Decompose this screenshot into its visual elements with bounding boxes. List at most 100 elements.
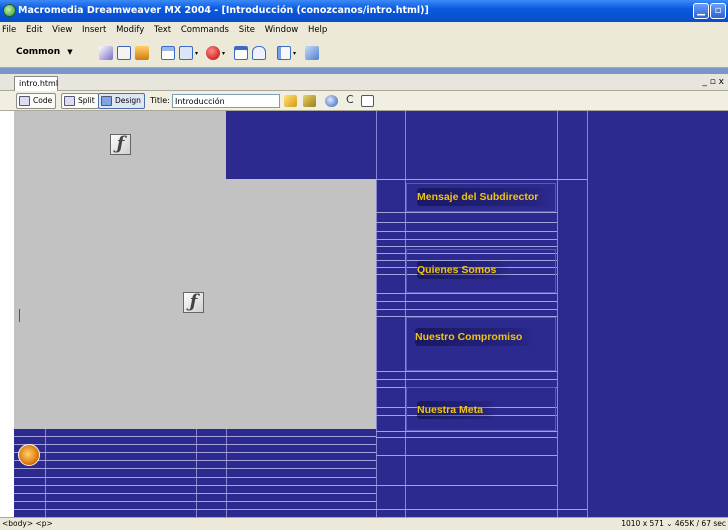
code-view-button[interactable]: Code bbox=[16, 93, 57, 109]
tag-chooser-icon[interactable] bbox=[305, 46, 319, 60]
menu-text[interactable]: Text bbox=[154, 25, 171, 35]
insert-category-label: Common bbox=[16, 47, 61, 57]
table-row-border bbox=[14, 501, 376, 502]
table-cell-border bbox=[405, 111, 406, 517]
nav-label: Quienes Somos bbox=[417, 261, 511, 279]
table-cell-border bbox=[196, 429, 197, 517]
email-link-icon[interactable] bbox=[117, 46, 131, 60]
table-row-border bbox=[376, 222, 557, 223]
nav-button-quienes-somos[interactable]: Quienes Somos bbox=[406, 249, 556, 293]
nav-button-meta[interactable]: Nuestra Meta bbox=[406, 387, 556, 431]
menu-edit[interactable]: Edit bbox=[26, 25, 42, 35]
nav-label: Nuestro Compromiso bbox=[415, 328, 537, 346]
table-cell-border bbox=[226, 429, 227, 517]
maximize-button[interactable]: ▫ bbox=[710, 3, 726, 19]
table-row-border bbox=[376, 379, 557, 380]
nav-label: Nuestra Meta bbox=[417, 401, 497, 419]
split-view-label: Split bbox=[78, 96, 95, 105]
window-title: Macromedia Dreamweaver MX 2004 - [Introd… bbox=[18, 5, 429, 16]
code-view-icon bbox=[19, 96, 30, 106]
split-view-button[interactable]: Split bbox=[61, 93, 99, 109]
design-view-label: Design bbox=[115, 96, 141, 105]
document-toolbar: Code Split Design Title: C bbox=[0, 91, 728, 111]
insert-category-select[interactable]: Common ▼ bbox=[16, 47, 73, 57]
templates-icon[interactable] bbox=[277, 46, 291, 60]
window-title-bar: Macromedia Dreamweaver MX 2004 - [Introd… bbox=[0, 0, 728, 22]
table-row-border bbox=[14, 444, 376, 445]
table-row-border bbox=[14, 485, 376, 486]
table-row-border bbox=[376, 246, 557, 247]
table-row-border bbox=[376, 371, 557, 372]
menu-help[interactable]: Help bbox=[308, 25, 327, 35]
preview-browser-icon[interactable] bbox=[303, 95, 316, 107]
table-row-border bbox=[14, 477, 376, 478]
canvas-margin bbox=[0, 111, 14, 517]
menu-window[interactable]: Window bbox=[265, 25, 299, 35]
text-cursor bbox=[19, 309, 20, 322]
table-row-border bbox=[376, 455, 557, 456]
table-row-border bbox=[14, 509, 587, 510]
table-row-border bbox=[376, 437, 557, 438]
menu-view[interactable]: View bbox=[52, 25, 72, 35]
design-view-icon bbox=[101, 96, 112, 106]
design-canvas[interactable]: ƒ ƒ Mensaje del Subdirector Quienes Somo… bbox=[0, 111, 728, 517]
table-row-border bbox=[14, 436, 376, 437]
table-row-border bbox=[14, 493, 376, 494]
table-cell-border bbox=[587, 111, 588, 517]
date-icon[interactable] bbox=[234, 46, 248, 60]
animated-logo-icon bbox=[18, 444, 40, 466]
table-row-border bbox=[376, 231, 557, 232]
table-row-border bbox=[376, 309, 557, 310]
table-row-border bbox=[376, 212, 557, 213]
menu-modify[interactable]: Modify bbox=[116, 25, 144, 35]
insert-bar: Common ▼ ▾ ▾ ▾ bbox=[0, 39, 728, 68]
flash-icon: ƒ bbox=[110, 134, 131, 155]
nav-label: Mensaje del Subdirector bbox=[417, 188, 553, 206]
tag-selector[interactable]: <body> <p> bbox=[2, 518, 53, 530]
layer-icon[interactable] bbox=[179, 46, 193, 60]
table-row-border bbox=[14, 468, 376, 469]
table-icon[interactable] bbox=[161, 46, 175, 60]
table-cell-border bbox=[45, 429, 46, 517]
menu-file[interactable]: File bbox=[2, 25, 16, 35]
view-options-icon[interactable] bbox=[361, 95, 374, 107]
page-title-input[interactable] bbox=[172, 94, 280, 108]
document-window-controls[interactable]: _ ▫ x bbox=[702, 75, 724, 89]
chevron-down-icon[interactable]: ▾ bbox=[293, 50, 296, 57]
nav-button-compromiso[interactable]: Nuestro Compromiso bbox=[406, 317, 556, 371]
document-tab[interactable]: intro.html bbox=[14, 76, 58, 91]
media-icon[interactable] bbox=[206, 46, 220, 60]
nav-button-subdirector[interactable]: Mensaje del Subdirector bbox=[406, 183, 556, 212]
flash-banner-placeholder[interactable]: ƒ bbox=[14, 111, 226, 179]
named-anchor-icon[interactable] bbox=[135, 46, 149, 60]
window-size-readout[interactable]: 1010 x 571 ⌄ 465K / 67 sec bbox=[621, 518, 726, 530]
table-row-border bbox=[376, 301, 557, 302]
table-row-border bbox=[376, 239, 557, 240]
dreamweaver-app-icon[interactable] bbox=[3, 4, 16, 17]
table-row-border bbox=[376, 485, 557, 486]
chevron-down-icon[interactable]: ▾ bbox=[195, 50, 198, 57]
title-label: Title: bbox=[150, 96, 170, 105]
menu-bar: File Edit View Insert Modify Text Comman… bbox=[0, 22, 728, 39]
status-bar: <body> <p> 1010 x 571 ⌄ 465K / 67 sec bbox=[0, 517, 728, 530]
minimize-button[interactable]: ▁ bbox=[693, 3, 709, 19]
chevron-down-icon[interactable]: ▾ bbox=[222, 50, 225, 57]
menu-commands[interactable]: Commands bbox=[181, 25, 229, 35]
table-row-border bbox=[376, 293, 557, 294]
design-view-button[interactable]: Design bbox=[98, 93, 145, 109]
debug-globe-icon[interactable] bbox=[325, 95, 338, 107]
document-tab-bar: intro.html _ ▫ x bbox=[0, 74, 728, 91]
hyperlink-icon[interactable] bbox=[99, 46, 113, 60]
menu-insert[interactable]: Insert bbox=[82, 25, 106, 35]
table-cell-border bbox=[557, 111, 558, 517]
comment-icon[interactable] bbox=[252, 46, 266, 60]
file-management-icon[interactable] bbox=[284, 95, 297, 107]
menu-site[interactable]: Site bbox=[239, 25, 255, 35]
chevron-down-icon: ▼ bbox=[67, 48, 73, 56]
flash-movie-placeholder[interactable]: ƒ bbox=[14, 179, 376, 429]
refresh-icon[interactable]: C bbox=[346, 93, 354, 106]
table-row-border bbox=[14, 460, 376, 461]
table-row-border bbox=[376, 179, 587, 180]
table-row-border bbox=[14, 452, 376, 453]
code-view-label: Code bbox=[33, 96, 53, 105]
